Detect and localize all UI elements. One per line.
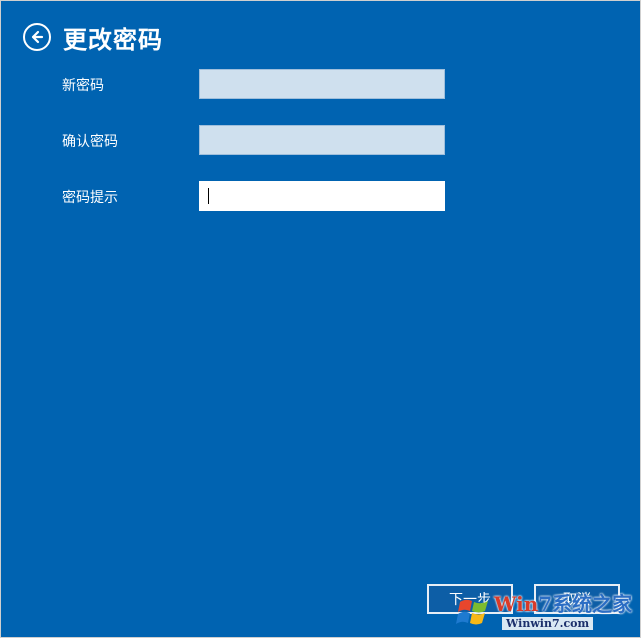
password-hint-row: 密码提示 [62,181,446,213]
back-button[interactable] [23,23,51,51]
confirm-password-label: 确认密码 [62,134,118,150]
cancel-button[interactable]: 取消 [534,584,620,614]
password-hint-input[interactable] [199,181,445,211]
text-caret [208,188,209,204]
arrow-left-icon [31,30,44,44]
page-title: 更改密码 [63,25,163,54]
change-password-window: 更改密码 新密码 确认密码 密码提示 下一步 取消 [0,0,641,638]
new-password-row: 新密码 [62,69,446,101]
confirm-password-input[interactable] [199,125,445,155]
new-password-input[interactable] [199,69,445,99]
confirm-password-row: 确认密码 [62,125,446,157]
header: 更改密码 [23,21,163,54]
password-hint-label: 密码提示 [62,190,118,206]
next-button[interactable]: 下一步 [427,584,513,614]
new-password-label: 新密码 [62,78,104,94]
